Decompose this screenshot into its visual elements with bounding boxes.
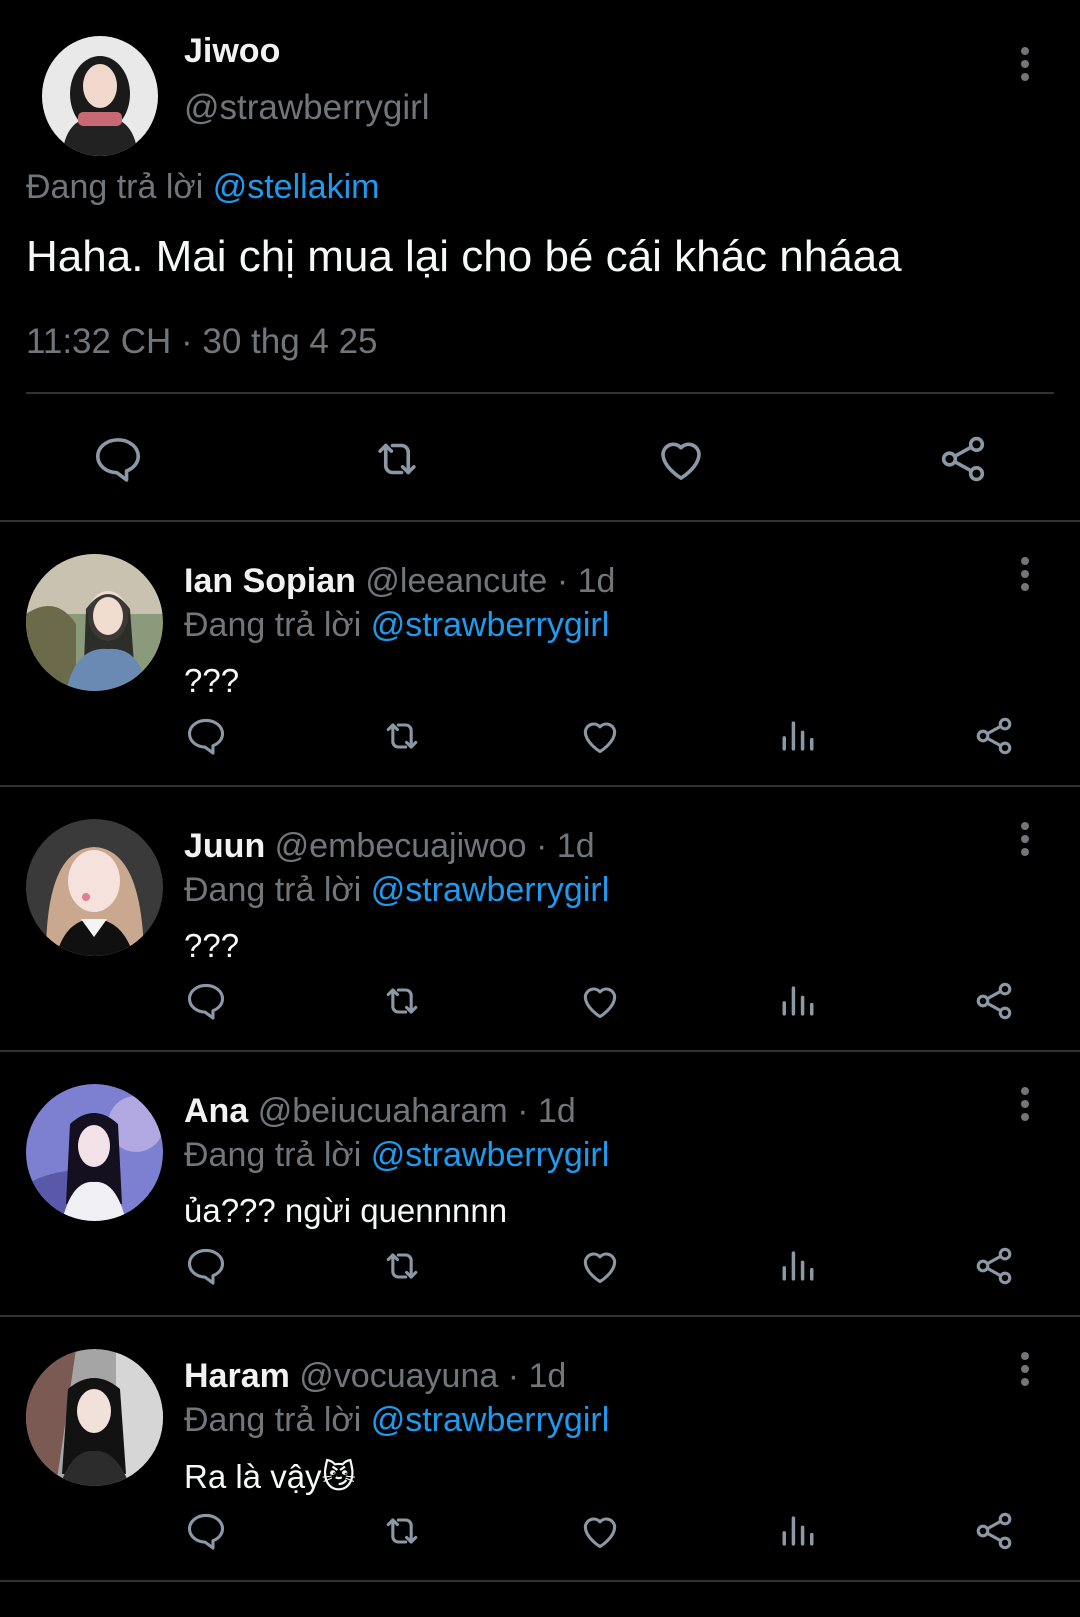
reply-age[interactable]: 1d	[529, 1357, 567, 1395]
like-icon[interactable]	[578, 1244, 622, 1288]
more-options-icon[interactable]	[1010, 1349, 1040, 1389]
reply-text: ???	[184, 927, 240, 964]
like-icon[interactable]	[578, 714, 622, 758]
reply-tweet[interactable]: Juun @embecuajiwoo · 1d Đang trả lời @st…	[0, 787, 1080, 1052]
separator: ·	[517, 1092, 529, 1130]
more-options-icon[interactable]	[1010, 554, 1040, 594]
reply-tweet[interactable]: Ana @beiucuaharam · 1d Đang trả lời @str…	[0, 1052, 1080, 1317]
reply-age[interactable]: 1d	[557, 827, 595, 865]
reply-icon[interactable]	[184, 714, 228, 758]
author-name[interactable]: Juun	[184, 827, 265, 865]
mention-link[interactable]: @strawberrygirl	[371, 871, 610, 909]
separator: ·	[507, 1357, 520, 1395]
reply-icon[interactable]	[184, 979, 228, 1023]
author-name[interactable]: Haram	[184, 1357, 290, 1395]
reply-icon[interactable]	[184, 1509, 228, 1553]
retweet-icon[interactable]	[380, 714, 424, 758]
separator: ·	[556, 562, 569, 600]
reply-text: ủa??? ngừi quennnnn	[184, 1192, 508, 1229]
reply-header: Juun @embecuajiwoo · 1d	[184, 827, 595, 866]
reply-text: Ra là vậy😼	[184, 1458, 356, 1495]
share-icon[interactable]	[972, 979, 1016, 1023]
avatar[interactable]	[26, 1084, 163, 1221]
retweet-icon[interactable]	[380, 1509, 424, 1553]
replying-to: Đang trả lời @strawberrygirl	[184, 1401, 609, 1440]
reply-icon[interactable]	[184, 1244, 228, 1288]
replying-prefix: Đang trả lời	[184, 606, 362, 644]
share-icon[interactable]	[936, 432, 990, 486]
author-name[interactable]: Jiwoo	[184, 32, 280, 71]
replying-to: Đang trả lời @strawberrygirl	[184, 1136, 609, 1175]
avatar[interactable]	[26, 819, 163, 956]
more-options-icon[interactable]	[1010, 44, 1040, 84]
avatar[interactable]	[42, 36, 158, 156]
share-icon[interactable]	[972, 714, 1016, 758]
replying-prefix: Đang trả lời	[184, 1401, 362, 1439]
tweet-timestamp[interactable]: 11:32 CH · 30 thg 4 25	[26, 322, 378, 362]
author-handle[interactable]: @vocuayuna	[299, 1357, 498, 1395]
reply-header: Haram @vocuayuna · 1d	[184, 1357, 566, 1396]
reply-tweet[interactable]: Ian Sopian @leeancute · 1d Đang trả lời …	[0, 522, 1080, 787]
replying-to: Đang trả lời @stellakim	[26, 168, 379, 207]
share-icon[interactable]	[972, 1244, 1016, 1288]
mention-link[interactable]: @strawberrygirl	[371, 1401, 610, 1439]
mention-link[interactable]: @strawberrygirl	[371, 1136, 610, 1174]
tweet-text: Haha. Mai chị mua lại cho bé cái khác nh…	[26, 232, 902, 281]
reply-tweet[interactable]: Haram @vocuayuna · 1d Đang trả lời @stra…	[0, 1317, 1080, 1582]
reply-header: Ana @beiucuaharam · 1d	[184, 1092, 576, 1131]
main-tweet: Jiwoo @strawberrygirl Đang trả lời @stel…	[0, 0, 1080, 520]
reply-header: Ian Sopian @leeancute · 1d	[184, 562, 615, 601]
analytics-icon[interactable]	[776, 1509, 820, 1553]
more-options-icon[interactable]	[1010, 819, 1040, 859]
author-name[interactable]: Ana	[184, 1092, 248, 1130]
avatar[interactable]	[26, 1349, 163, 1486]
more-options-icon[interactable]	[1010, 1084, 1040, 1124]
replying-prefix: Đang trả lời	[184, 1136, 362, 1174]
share-icon[interactable]	[972, 1509, 1016, 1553]
author-handle[interactable]: @beiucuaharam	[258, 1092, 508, 1130]
author-handle[interactable]: @embecuajiwoo	[275, 827, 527, 865]
replying-prefix: Đang trả lời	[184, 871, 362, 909]
retweet-icon[interactable]	[380, 979, 424, 1023]
retweet-icon[interactable]	[380, 1244, 424, 1288]
avatar[interactable]	[26, 554, 163, 691]
mention-link[interactable]: @strawberrygirl	[371, 606, 610, 644]
separator: ·	[536, 827, 548, 865]
reply-text: ???	[184, 662, 240, 699]
retweet-icon[interactable]	[370, 432, 424, 486]
divider	[0, 1580, 1080, 1582]
reply-icon[interactable]	[91, 432, 145, 486]
like-icon[interactable]	[578, 979, 622, 1023]
replying-prefix: Đang trả lời	[26, 168, 204, 206]
divider	[26, 392, 1054, 394]
analytics-icon[interactable]	[776, 714, 820, 758]
replying-to: Đang trả lời @strawberrygirl	[184, 871, 609, 910]
like-icon[interactable]	[578, 1509, 622, 1553]
mention-link[interactable]: @stellakim	[213, 168, 380, 206]
analytics-icon[interactable]	[776, 979, 820, 1023]
author-handle[interactable]: @strawberrygirl	[184, 88, 430, 128]
author-handle[interactable]: @leeancute	[365, 562, 547, 600]
analytics-icon[interactable]	[776, 1244, 820, 1288]
reply-age[interactable]: 1d	[578, 562, 616, 600]
replying-to: Đang trả lời @strawberrygirl	[184, 606, 609, 645]
author-name[interactable]: Ian Sopian	[184, 562, 356, 600]
like-icon[interactable]	[654, 432, 708, 486]
reply-age[interactable]: 1d	[538, 1092, 576, 1130]
